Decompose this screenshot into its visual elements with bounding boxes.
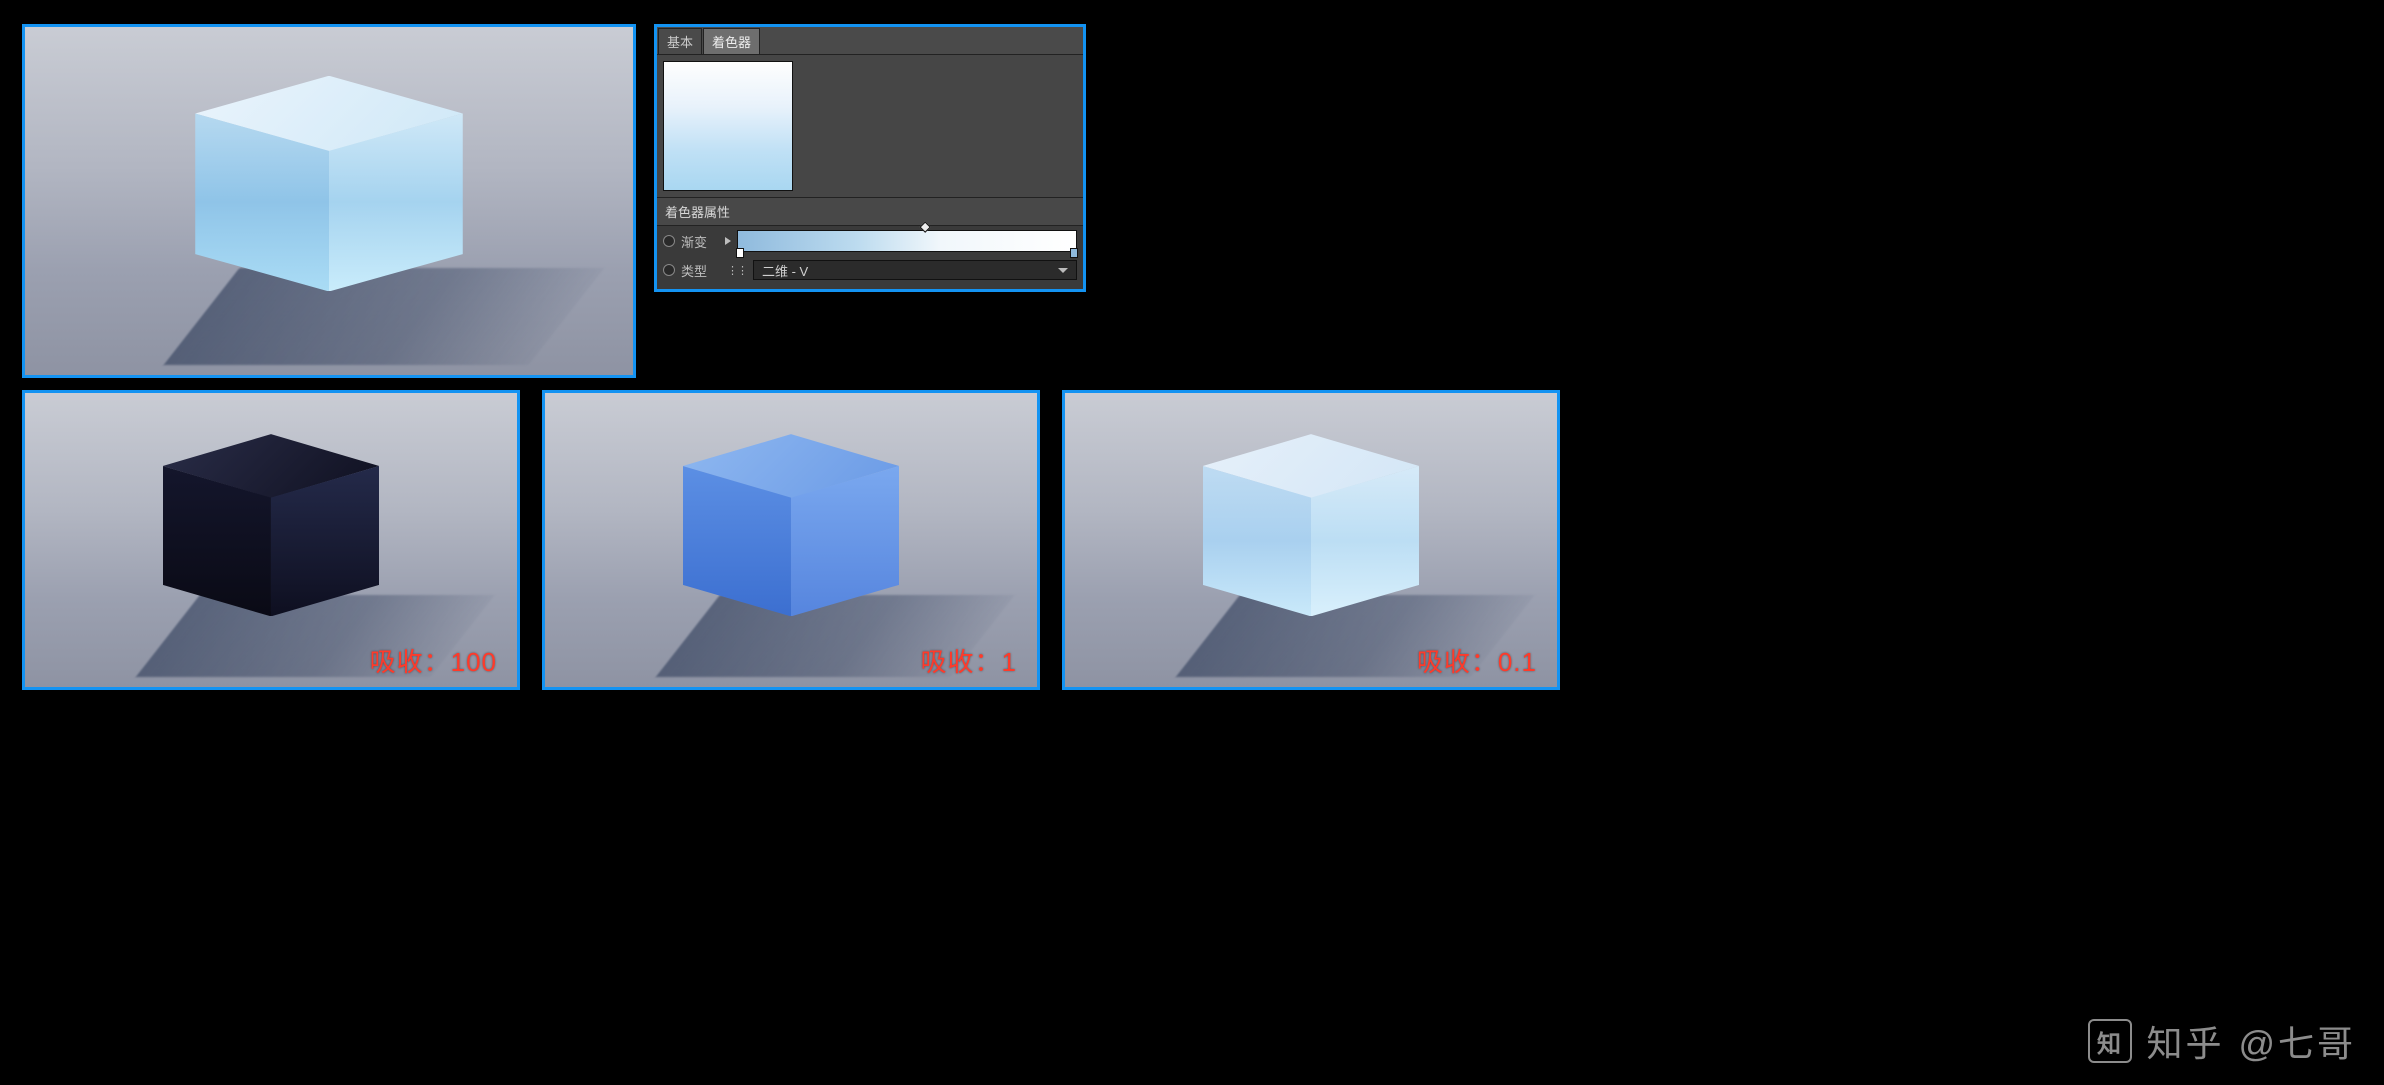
shader-preview-row bbox=[657, 55, 1083, 197]
expand-caret-icon[interactable] bbox=[725, 237, 731, 245]
absorb-caption: 吸收：0.1 bbox=[1417, 642, 1537, 679]
caption-value: 0.1 bbox=[1498, 647, 1537, 677]
shader-settings-panel: 基本 着色器 着色器属性 渐变 类型 ⋮⋮ 二维 - V bbox=[654, 24, 1086, 292]
type-label: 类型 bbox=[681, 261, 719, 280]
render-scene bbox=[25, 27, 633, 375]
type-radio[interactable] bbox=[663, 264, 675, 276]
render-preview-main bbox=[22, 24, 636, 378]
render-scene: 吸收：100 bbox=[25, 393, 517, 687]
render-scene: 吸收：0.1 bbox=[1065, 393, 1557, 687]
shader-preview-swatch[interactable] bbox=[663, 61, 793, 191]
watermark-author: @七哥 bbox=[2238, 1015, 2356, 1067]
more-icon[interactable]: ⋮⋮ bbox=[727, 264, 747, 277]
gradient-row: 渐变 bbox=[657, 226, 1083, 256]
shader-properties-header: 着色器属性 bbox=[657, 197, 1083, 226]
render-absorb-1: 吸收：1 bbox=[542, 390, 1040, 690]
watermark-site: 知乎 bbox=[2146, 1015, 2224, 1067]
watermark: 知 知乎 @七哥 bbox=[2088, 1015, 2356, 1067]
caption-value: 1 bbox=[1002, 647, 1017, 677]
render-scene: 吸收：1 bbox=[545, 393, 1037, 687]
caption-value: 100 bbox=[451, 647, 497, 677]
caption-prefix: 吸收： bbox=[370, 647, 451, 677]
type-dropdown-value: 二维 - V bbox=[762, 261, 808, 280]
cube bbox=[163, 434, 379, 616]
tab-basic[interactable]: 基本 bbox=[658, 28, 702, 54]
type-row: 类型 ⋮⋮ 二维 - V bbox=[657, 256, 1083, 284]
render-absorb-0-1: 吸收：0.1 bbox=[1062, 390, 1560, 690]
gradient-stop-left[interactable] bbox=[736, 248, 744, 258]
absorb-caption: 吸收：100 bbox=[370, 642, 497, 679]
chevron-down-icon bbox=[1058, 268, 1068, 273]
gradient-radio[interactable] bbox=[663, 235, 675, 247]
gradient-bar[interactable] bbox=[737, 230, 1077, 252]
gradient-label: 渐变 bbox=[681, 232, 719, 251]
render-absorb-100: 吸收：100 bbox=[22, 390, 520, 690]
tab-bar: 基本 着色器 bbox=[657, 27, 1083, 55]
caption-prefix: 吸收： bbox=[921, 647, 1002, 677]
caption-prefix: 吸收： bbox=[1417, 647, 1498, 677]
gradient-stop-right[interactable] bbox=[1070, 248, 1078, 258]
absorb-caption: 吸收：1 bbox=[921, 642, 1017, 679]
cube bbox=[683, 434, 899, 616]
cube bbox=[195, 76, 463, 292]
tab-shader[interactable]: 着色器 bbox=[703, 28, 760, 54]
watermark-logo-icon: 知 bbox=[2088, 1019, 2132, 1063]
type-dropdown[interactable]: 二维 - V bbox=[753, 260, 1077, 280]
cube bbox=[1203, 434, 1419, 616]
